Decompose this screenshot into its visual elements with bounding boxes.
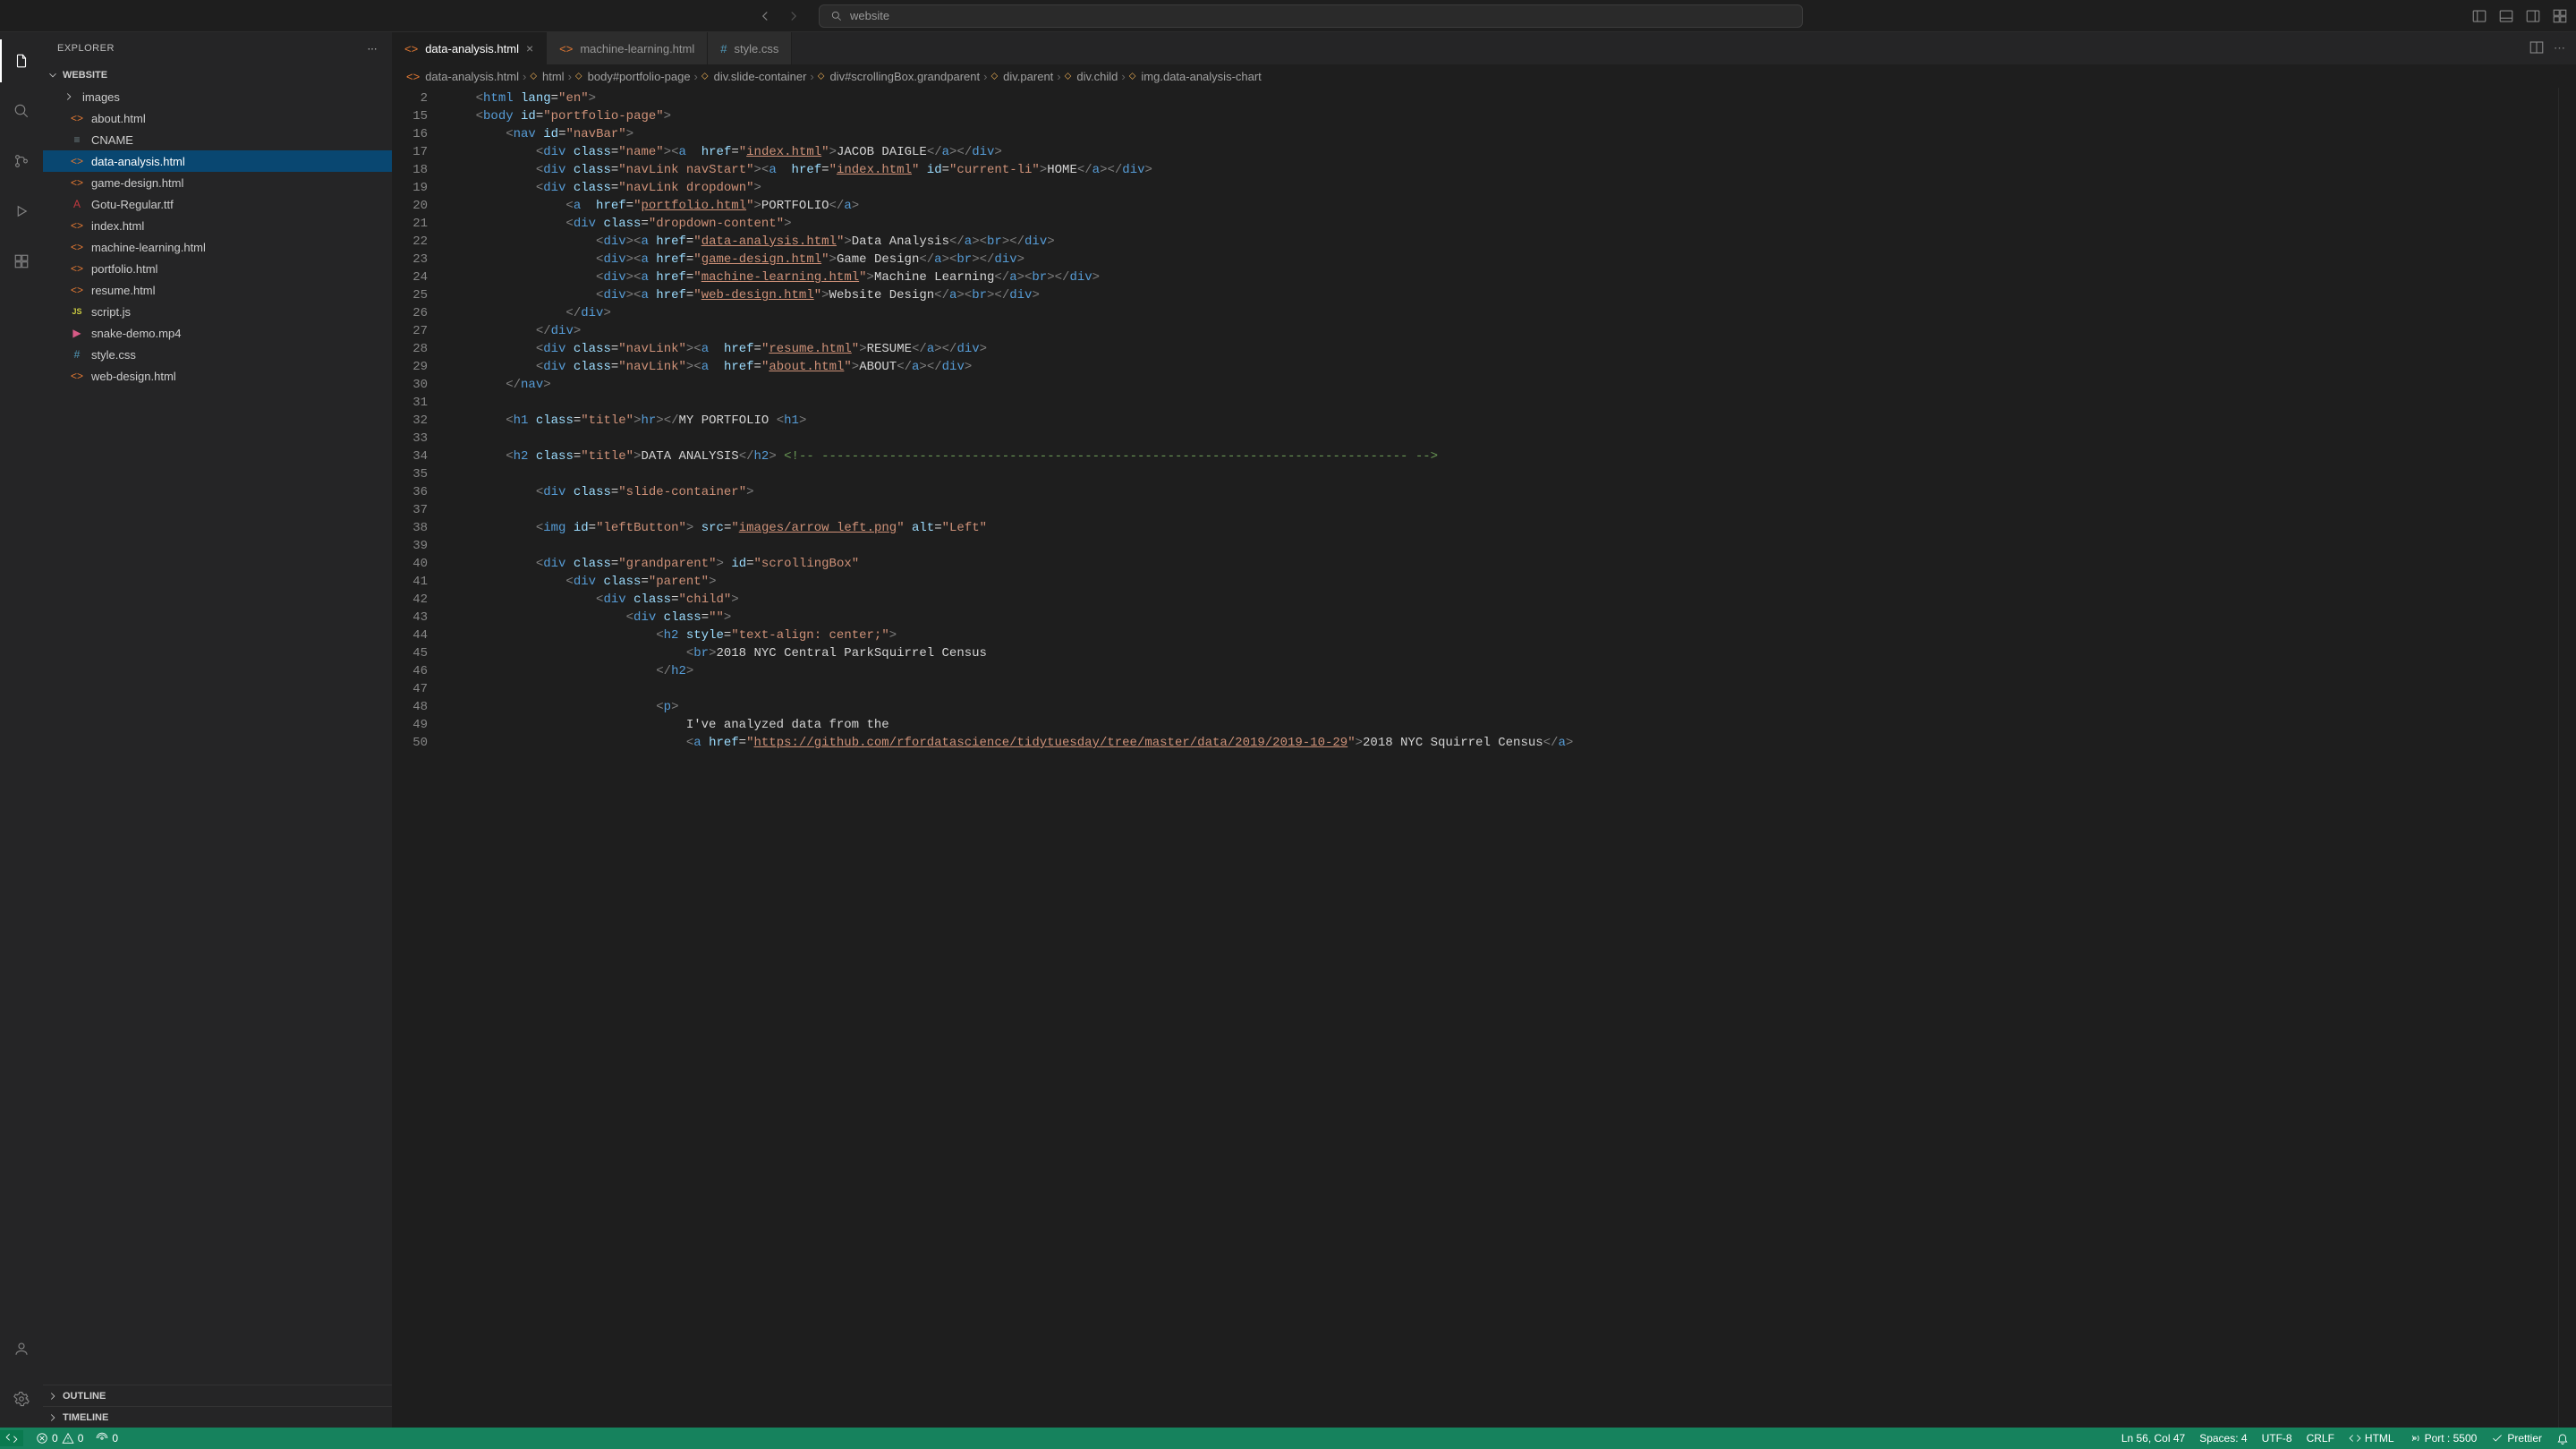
activity-run-debug[interactable] [0, 190, 43, 233]
tab-style-css[interactable]: # style.css [708, 32, 792, 64]
symbol-icon: ⬦ [818, 71, 825, 82]
file-data-analysis[interactable]: <>data-analysis.html [43, 150, 392, 172]
line-gutter: 2151617181920212223242526272829303132333… [392, 88, 446, 1428]
activity-bar [0, 32, 43, 1428]
warning-icon [62, 1432, 74, 1445]
symbol-icon: ⬦ [990, 71, 998, 82]
split-editor-icon[interactable] [2529, 39, 2545, 58]
bell-icon [2556, 1432, 2569, 1445]
file-cname[interactable]: ≡CNAME [43, 129, 392, 150]
css-icon: # [720, 42, 727, 55]
folder-images[interactable]: images [43, 86, 392, 107]
video-icon: ▶ [70, 327, 84, 339]
html-icon: <> [70, 155, 84, 167]
file-web-design[interactable]: <>web-design.html [43, 365, 392, 387]
code-content[interactable]: <html lang="en"> <body id="portfolio-pag… [446, 88, 2558, 1428]
status-live-server[interactable]: Port : 5500 [2409, 1432, 2478, 1445]
check-icon [2491, 1432, 2504, 1445]
html-icon: <> [70, 284, 84, 296]
file-index[interactable]: <>index.html [43, 215, 392, 236]
chevron-right-icon [63, 90, 75, 103]
nav-forward-icon[interactable] [783, 5, 804, 27]
symbol-icon: ⬦ [1129, 71, 1136, 82]
status-eol[interactable]: CRLF [2307, 1432, 2334, 1445]
status-encoding[interactable]: UTF-8 [2262, 1432, 2292, 1445]
file-script[interactable]: JSscript.js [43, 301, 392, 322]
outline-section[interactable]: OUTLINE [43, 1385, 392, 1406]
project-folder[interactable]: WEBSITE [43, 64, 392, 86]
chevron-right-icon [47, 1411, 59, 1424]
layout-panel-icon[interactable] [2497, 7, 2515, 25]
html-icon: <> [70, 219, 84, 232]
chevron-down-icon [47, 69, 59, 81]
js-icon: JS [70, 307, 84, 316]
remote-icon [5, 1432, 18, 1445]
breadcrumb[interactable]: <> data-analysis.html› ⬦html› ⬦body#port… [392, 64, 2576, 88]
more-actions-icon[interactable]: ⋯ [2554, 41, 2565, 55]
file-game-design[interactable]: <>game-design.html [43, 172, 392, 193]
status-cursor-position[interactable]: Ln 56, Col 47 [2121, 1432, 2185, 1445]
editor-tabs: <> data-analysis.html × <> machine-learn… [392, 32, 2576, 64]
html-icon: <> [70, 176, 84, 189]
font-icon: A [70, 198, 84, 210]
layout-customize-icon[interactable] [2551, 7, 2569, 25]
layout-sidebar-left-icon[interactable] [2470, 7, 2488, 25]
html-icon: <> [70, 241, 84, 253]
minimap[interactable] [2558, 88, 2576, 1428]
activity-settings-icon[interactable] [0, 1377, 43, 1420]
status-problems[interactable]: 0 0 [36, 1432, 83, 1445]
error-icon [36, 1432, 48, 1445]
chevron-right-icon [47, 1390, 59, 1402]
file-style[interactable]: #style.css [43, 344, 392, 365]
file-resume[interactable]: <>resume.html [43, 279, 392, 301]
search-hint: website [850, 9, 889, 22]
code-icon [2349, 1432, 2361, 1445]
symbol-icon: ⬦ [575, 71, 582, 82]
activity-extensions[interactable] [0, 240, 43, 283]
css-icon: # [70, 348, 84, 361]
activity-explorer[interactable] [0, 39, 43, 82]
broadcast-icon [2409, 1432, 2421, 1445]
explorer-more-icon[interactable]: ⋯ [368, 43, 378, 55]
html-icon: <> [404, 42, 418, 55]
layout-sidebar-right-icon[interactable] [2524, 7, 2542, 25]
status-ports[interactable]: 0 [96, 1432, 118, 1445]
html-icon: <> [70, 370, 84, 382]
html-icon: <> [70, 262, 84, 275]
status-indentation[interactable]: Spaces: 4 [2199, 1432, 2247, 1445]
close-icon[interactable]: × [526, 41, 533, 55]
symbol-icon: ⬦ [701, 71, 709, 82]
html-icon: <> [559, 42, 573, 55]
titlebar: website [0, 0, 2576, 32]
file-gotu-font[interactable]: AGotu-Regular.ttf [43, 193, 392, 215]
status-language[interactable]: HTML [2349, 1432, 2394, 1445]
command-center[interactable]: website [819, 4, 1803, 28]
symbol-icon: ⬦ [530, 71, 537, 82]
file-about[interactable]: <>about.html [43, 107, 392, 129]
search-icon [830, 10, 843, 22]
code-editor[interactable]: 2151617181920212223242526272829303132333… [392, 88, 2576, 1428]
symbol-icon: ⬦ [1065, 71, 1072, 82]
file-machine-learning[interactable]: <>machine-learning.html [43, 236, 392, 258]
file-snake-demo[interactable]: ▶snake-demo.mp4 [43, 322, 392, 344]
remote-indicator[interactable] [0, 1430, 23, 1446]
activity-search[interactable] [0, 89, 43, 132]
sidebar-explorer: EXPLORER ⋯ WEBSITE images <>about.html ≡… [43, 32, 392, 1428]
html-icon: <> [70, 112, 84, 124]
activity-source-control[interactable] [0, 140, 43, 183]
tab-machine-learning[interactable]: <> machine-learning.html [547, 32, 708, 64]
explorer-title: EXPLORER [57, 43, 115, 54]
tab-data-analysis[interactable]: <> data-analysis.html × [392, 32, 547, 64]
radio-icon [96, 1432, 108, 1445]
html-icon: <> [406, 70, 420, 83]
status-prettier[interactable]: Prettier [2491, 1432, 2542, 1445]
nav-back-icon[interactable] [754, 5, 776, 27]
status-notifications-icon[interactable] [2556, 1432, 2569, 1445]
activity-account-icon[interactable] [0, 1327, 43, 1370]
text-icon: ≡ [70, 133, 84, 146]
editor-area: <> data-analysis.html × <> machine-learn… [392, 32, 2576, 1428]
timeline-section[interactable]: TIMELINE [43, 1406, 392, 1428]
status-bar: 0 0 0 Ln 56, Col 47 Spaces: 4 UTF-8 CRLF… [0, 1428, 2576, 1449]
file-portfolio[interactable]: <>portfolio.html [43, 258, 392, 279]
